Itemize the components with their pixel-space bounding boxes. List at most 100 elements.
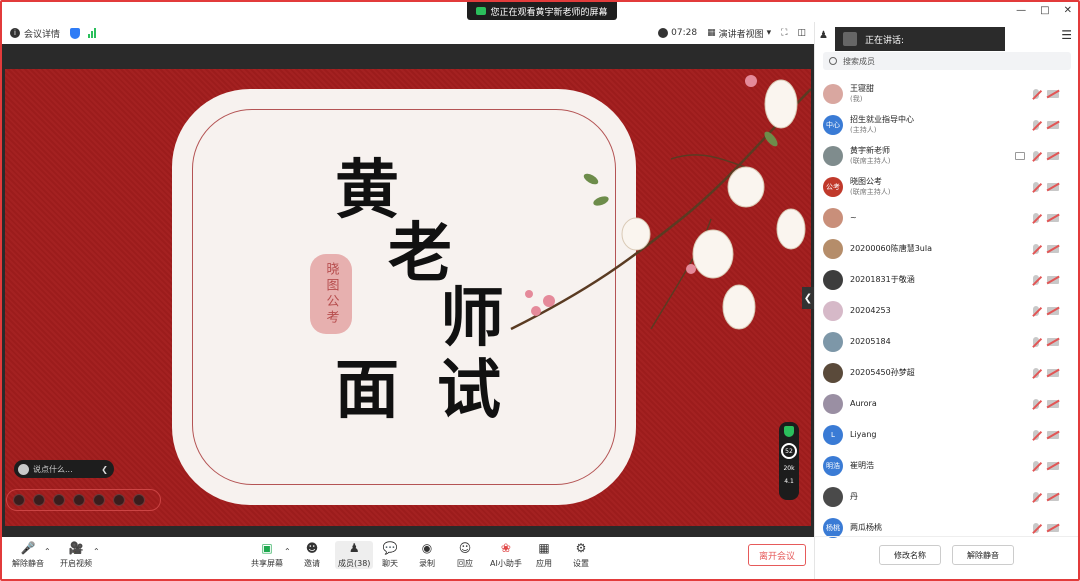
mic-muted-icon[interactable] (1033, 243, 1039, 254)
collapse-panel-button[interactable]: ❮ (802, 287, 814, 309)
share-screen-button[interactable]: ▣ 共享屏幕 (251, 541, 283, 569)
member-row[interactable]: 丹 (815, 481, 1079, 512)
video-off-icon[interactable] (1047, 492, 1059, 501)
avatar (823, 145, 843, 166)
reactions-button[interactable]: ☺ 回应 (457, 541, 473, 569)
mic-muted-icon[interactable] (1033, 305, 1039, 316)
annotation-grid-icon[interactable] (73, 494, 85, 506)
mic-muted-icon[interactable] (1033, 460, 1039, 471)
chat-button[interactable]: 💬 聊天 (382, 541, 398, 569)
maximize-icon[interactable]: □ (1040, 5, 1049, 16)
member-text: 崔明浩 (850, 460, 874, 471)
mic-muted-icon[interactable] (1033, 212, 1039, 223)
leave-meeting-button[interactable]: 离开会议 (748, 544, 806, 566)
member-name: 招生就业指导中心 (850, 115, 914, 124)
security-shield-icon[interactable] (70, 27, 81, 39)
annotation-pen-icon[interactable] (53, 494, 65, 506)
mic-muted-icon[interactable] (1033, 367, 1039, 378)
reactions-icon: ☺ (458, 541, 472, 555)
audio-options-chevron-icon[interactable]: ⌃ (44, 547, 51, 556)
chevron-left-icon[interactable]: ❮ (101, 465, 108, 474)
members-button[interactable]: ♟ 成员(38) (335, 541, 374, 569)
menu-icon[interactable]: ☰ (1061, 28, 1072, 42)
member-row[interactable]: 20204253 (815, 295, 1079, 326)
member-row[interactable]: 20201831于敬涵 (815, 264, 1079, 295)
avatar (823, 362, 843, 383)
mic-muted-icon[interactable] (1033, 429, 1039, 440)
member-row[interactable]: 20205450孙梦超 (815, 357, 1079, 388)
layout-icon[interactable]: ◫ (797, 28, 806, 38)
member-row[interactable]: 公考 晓图公考 (联席主持人) (815, 171, 1079, 202)
video-off-icon[interactable] (1047, 182, 1059, 191)
member-row[interactable]: L Liyang (815, 419, 1079, 450)
record-button[interactable]: ◉ 录制 (419, 541, 435, 569)
emoji-icon[interactable] (18, 463, 29, 475)
video-options-chevron-icon[interactable]: ⌃ (93, 547, 100, 556)
video-off-icon[interactable] (1047, 120, 1059, 129)
mic-muted-icon[interactable] (1033, 274, 1039, 285)
fullscreen-icon[interactable]: ⛶ (781, 28, 787, 38)
ai-assistant-button[interactable]: ❀ AI小助手 (490, 541, 522, 569)
mic-muted-icon[interactable] (1033, 150, 1039, 161)
chat-icon: 💬 (382, 541, 398, 555)
video-off-icon[interactable] (1047, 89, 1059, 98)
apps-button[interactable]: ▦ 应用 (536, 541, 552, 569)
start-video-button[interactable]: 🎥 开启视频 (60, 541, 92, 569)
member-row[interactable]: 王寝甜 (我) (815, 78, 1079, 109)
mic-muted-icon[interactable] (1033, 491, 1039, 502)
video-off-icon[interactable] (1047, 523, 1059, 532)
view-mode-dropdown[interactable]: ▦ 演讲者视图 ▾ (707, 27, 771, 40)
member-role: (主持人) (850, 126, 877, 134)
window-controls: — □ ✕ (1016, 5, 1072, 16)
mic-muted-icon[interactable] (1033, 88, 1039, 99)
invite-user-icon: ☻ (305, 541, 319, 555)
annotation-camera-icon[interactable] (93, 494, 105, 506)
video-off-icon[interactable] (1047, 399, 1059, 408)
mic-muted-icon[interactable] (1033, 522, 1039, 533)
video-off-icon[interactable] (1047, 461, 1059, 470)
minimize-icon[interactable]: — (1016, 5, 1026, 16)
member-status-icons (1033, 522, 1059, 533)
video-off-icon[interactable] (1047, 368, 1059, 377)
video-off-icon[interactable] (1047, 306, 1059, 315)
member-row[interactable]: 20200060陈唐慧3ula (815, 233, 1079, 264)
member-row[interactable]: Aurora (815, 388, 1079, 419)
share-options-chevron-icon[interactable]: ⌃ (284, 547, 291, 556)
meeting-info-button[interactable]: i 会议详情 (10, 27, 60, 40)
invite-button[interactable]: ☻ 邀请 (304, 541, 320, 569)
member-text: 招生就业指导中心 (主持人) (850, 114, 914, 135)
member-name: Aurora (850, 399, 877, 408)
rename-button[interactable]: 修改名称 (879, 545, 941, 565)
video-off-icon[interactable] (1047, 244, 1059, 253)
settings-button[interactable]: ⚙ 设置 (573, 541, 589, 569)
mic-muted-icon[interactable] (1033, 119, 1039, 130)
annotation-more-icon[interactable] (113, 494, 125, 506)
member-text: 20205184 (850, 336, 891, 347)
member-row[interactable]: 明浩 崔明浩 (815, 450, 1079, 481)
start-video-label: 开启视频 (60, 559, 92, 568)
member-row[interactable]: 中心 招生就业指导中心 (主持人) (815, 109, 1079, 140)
mic-muted-icon[interactable] (1033, 336, 1039, 347)
member-text: 20205450孙梦超 (850, 367, 915, 378)
close-icon[interactable]: ✕ (1064, 5, 1072, 16)
member-row[interactable]: 黄宇新老师 (联席主持人) (815, 140, 1079, 171)
member-search-input[interactable]: 搜索成员 (823, 52, 1071, 70)
unmute-button[interactable]: 🎤 解除静音 (12, 541, 44, 569)
member-row[interactable]: 20205184 (815, 326, 1079, 357)
video-off-icon[interactable] (1047, 151, 1059, 160)
mic-muted-icon[interactable] (1033, 398, 1039, 409)
annotation-collapse-icon[interactable] (133, 494, 145, 506)
video-off-icon[interactable] (1047, 275, 1059, 284)
unmute-all-button[interactable]: 解除静音 (952, 545, 1014, 565)
member-text: 晓图公考 (联席主持人) (850, 176, 890, 197)
video-off-icon[interactable] (1047, 430, 1059, 439)
member-row[interactable]: ~ (815, 202, 1079, 233)
annotation-play-icon[interactable] (33, 494, 45, 506)
gear-icon: ⚙ (575, 541, 587, 555)
chat-input-bubble[interactable]: 说点什么... ❮ (14, 460, 114, 478)
video-off-icon[interactable] (1047, 213, 1059, 222)
mic-muted-icon[interactable] (1033, 181, 1039, 192)
signal-icon[interactable] (88, 28, 97, 38)
video-off-icon[interactable] (1047, 337, 1059, 346)
annotation-prev-icon[interactable] (13, 494, 25, 506)
